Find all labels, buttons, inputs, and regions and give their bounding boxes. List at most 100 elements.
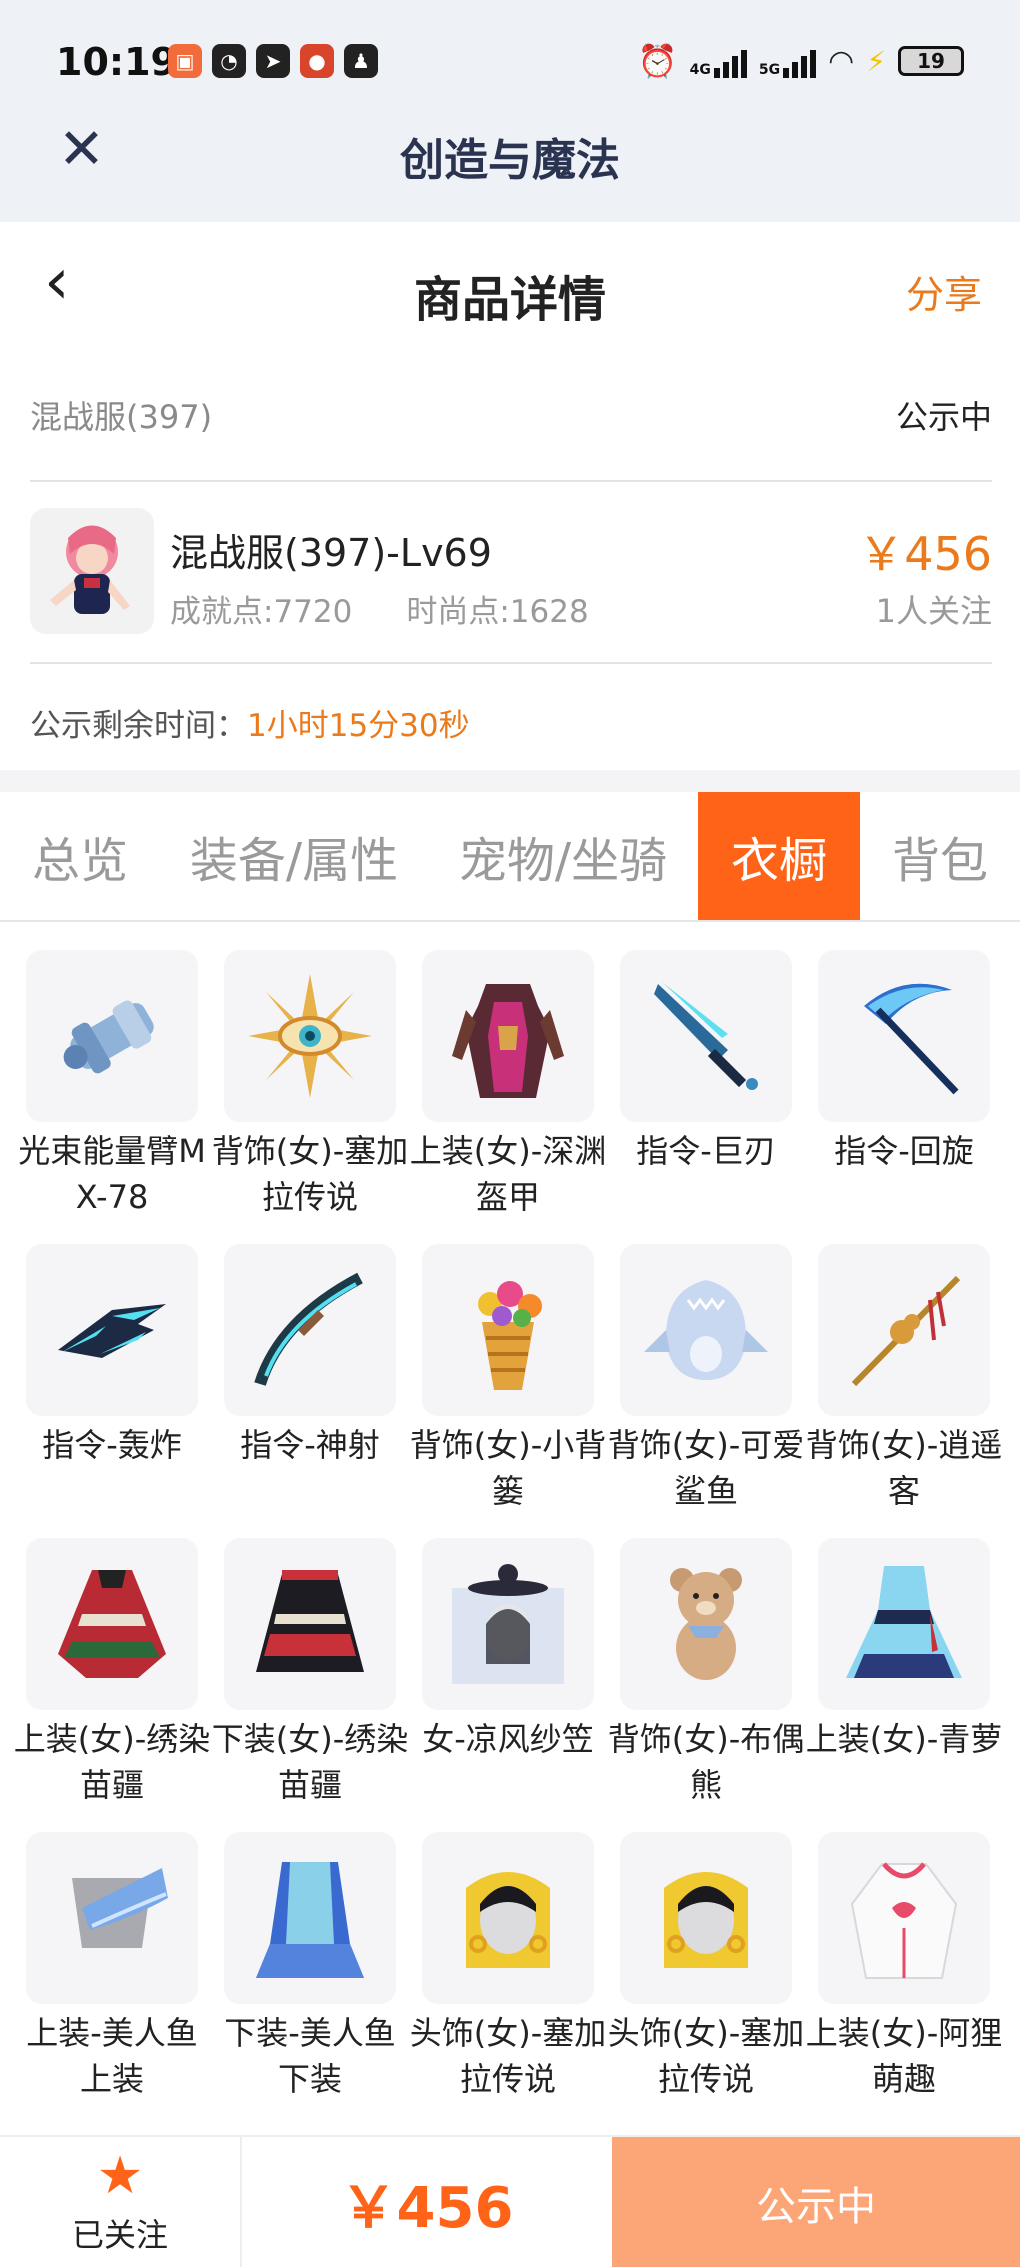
item-label: 上装(女)-阿狸萌趣 <box>805 2014 1003 2098</box>
signal-4g-icon: 4G <box>690 44 747 78</box>
status-time: 10:19 <box>56 40 177 84</box>
scythe-icon <box>818 950 990 1122</box>
countdown-value: 1小时15分30秒 <box>247 708 470 744</box>
wardrobe-item[interactable]: 背饰(女)-逍遥客 <box>806 1244 1002 1538</box>
eye-emblem-icon <box>224 950 396 1122</box>
item-label: 下装-美人鱼下装 <box>224 2014 396 2098</box>
wardrobe-item[interactable]: 指令-轰炸 <box>26 1244 198 1538</box>
item-label: 上装(女)-绣染苗疆 <box>13 1720 211 1804</box>
divider <box>30 480 992 482</box>
bow-icon <box>224 1244 396 1416</box>
wardrobe-item[interactable]: 背饰(女)-布偶熊 <box>608 1538 804 1832</box>
wardrobe-item[interactable]: 头饰(女)-塞加拉传说 <box>410 1832 606 2126</box>
item-label: 上装(女)-青萝 <box>805 1720 1003 1758</box>
countdown-row: 公示剩余时间：1小时15分30秒 <box>30 700 470 745</box>
follow-button[interactable]: ★ 已关注 <box>0 2137 242 2267</box>
item-label: 背饰(女)-逍遥客 <box>805 1426 1003 1510</box>
bottom-price: ￥456 <box>340 2175 514 2241</box>
item-label: 指令-轰炸 <box>42 1426 182 1464</box>
page-title: 商品详情 <box>413 272 606 328</box>
wardrobe-item[interactable]: 下装-美人鱼下装 <box>224 1832 396 2126</box>
top-area: 10:19 ▣ ◔ ➤ ● ♟ ⏰ 4G 5G ◠ ⚡ 19 ✕ 创造与魔法 <box>0 0 1020 222</box>
section-gap <box>0 770 1020 792</box>
item-label: 背饰(女)-塞加拉传说 <box>211 1132 409 1216</box>
armor-icon <box>422 950 594 1122</box>
battery-indicator: 19 <box>898 46 964 76</box>
item-label: 光束能量臂MX-78 <box>18 1132 206 1216</box>
game-app-icon: ● <box>300 44 334 78</box>
shark-icon <box>620 1244 792 1416</box>
tab-overview[interactable]: 总览 <box>0 792 160 920</box>
item-label: 上装-美人鱼上装 <box>26 2014 198 2098</box>
wardrobe-item[interactable]: 上装-美人鱼上装 <box>26 1832 198 2126</box>
item-label: 背饰(女)-可爱鲨鱼 <box>607 1426 805 1510</box>
wardrobe-item[interactable]: 女-凉风纱笠 <box>422 1538 594 1832</box>
follower-count: 1人关注 <box>875 592 992 630</box>
star-icon: ★ <box>96 2146 144 2206</box>
shopping-app-icon: ▣ <box>168 44 202 78</box>
item-label: 背饰(女)-小背篓 <box>409 1426 607 1510</box>
signal-5g-label: 5G <box>758 62 781 78</box>
dress-icon <box>818 1538 990 1710</box>
item-label: 指令-回旋 <box>834 1132 974 1170</box>
embroidered-skirt-icon <box>224 1538 396 1710</box>
embroidered-top-icon <box>26 1538 198 1710</box>
app-title: 创造与魔法 <box>400 135 620 186</box>
wardrobe-item[interactable]: 上装(女)-深渊盔甲 <box>410 950 606 1244</box>
status-indicators: ⏰ 4G 5G ◠ ⚡ 19 <box>638 42 964 80</box>
listing-status: 公示中 <box>895 398 992 436</box>
countdown-label: 公示剩余时间： <box>30 708 247 744</box>
wardrobe-item[interactable]: 指令-巨刃 <box>620 950 792 1244</box>
achievement-points: 成就点:7720 <box>170 594 353 630</box>
status-app-icons: ▣ ◔ ➤ ● ♟ <box>168 44 378 78</box>
veil-hat-icon <box>422 1538 594 1710</box>
mermaid-tail-icon <box>224 1832 396 2004</box>
qq-icon: ♟ <box>344 44 378 78</box>
wardrobe-item[interactable]: 上装(女)-青萝 <box>806 1538 1002 1832</box>
share-button[interactable]: 分享 <box>906 264 982 319</box>
telegram-icon: ➤ <box>256 44 290 78</box>
product-name: 混战服(397)-Lv69 <box>170 531 492 575</box>
tab-equipment[interactable]: 装备/属性 <box>160 792 428 920</box>
wechat-icon: ◔ <box>212 44 246 78</box>
wardrobe-item[interactable]: 背饰(女)-可爱鲨鱼 <box>608 1244 804 1538</box>
character-avatar <box>30 508 154 634</box>
product-price: ￥456 <box>858 527 992 581</box>
wardrobe-item[interactable]: 背饰(女)-小背篓 <box>410 1244 606 1538</box>
item-label: 背饰(女)-布偶熊 <box>607 1720 805 1804</box>
product-row[interactable]: 混战服(397)-Lv69 成就点:7720 时尚点:1628 ￥456 1人关… <box>30 508 992 638</box>
wardrobe-item[interactable]: 光束能量臂MX-78 <box>18 950 206 1244</box>
divider <box>30 662 992 664</box>
item-label: 指令-巨刃 <box>636 1132 776 1170</box>
gourd-staff-icon <box>818 1244 990 1416</box>
item-label: 下装(女)-绣染苗疆 <box>211 1720 409 1804</box>
item-label: 上装(女)-深渊盔甲 <box>409 1132 607 1216</box>
tab-pets[interactable]: 宠物/坐骑 <box>428 792 698 920</box>
wardrobe-item[interactable]: 指令-回旋 <box>818 950 990 1244</box>
mermaid-top-icon <box>26 1832 198 2004</box>
status-bar: 10:19 ▣ ◔ ➤ ● ♟ ⏰ 4G 5G ◠ ⚡ 19 <box>0 0 1020 120</box>
arm-cannon-icon <box>26 950 198 1122</box>
wardrobe-item[interactable]: 背饰(女)-塞加拉传说 <box>212 950 408 1244</box>
buy-button[interactable]: 公示中 <box>612 2137 1020 2267</box>
wardrobe-item[interactable]: 上装(女)-阿狸萌趣 <box>806 1832 1002 2126</box>
flower-basket-icon <box>422 1244 594 1416</box>
bottom-action-bar: ★ 已关注 ￥456 公示中 <box>0 2135 1020 2267</box>
tab-wardrobe[interactable]: 衣橱 <box>698 792 860 920</box>
wardrobe-item[interactable]: 指令-神射 <box>224 1244 396 1538</box>
bomber-icon <box>26 1244 198 1416</box>
teddy-bear-icon <box>620 1538 792 1710</box>
item-label: 头饰(女)-塞加拉传说 <box>409 2014 607 2098</box>
server-row: 混战服(397) 公示中 <box>30 382 992 436</box>
signal-4g-label: 4G <box>689 62 711 78</box>
product-stats: 成就点:7720 时尚点:1628 <box>170 586 589 631</box>
wardrobe-item[interactable]: 下装(女)-绣染苗疆 <box>212 1538 408 1832</box>
headdress-icon <box>620 1832 792 2004</box>
hoodie-icon <box>818 1832 990 2004</box>
alarm-icon: ⏰ <box>637 42 678 80</box>
blade-icon <box>620 950 792 1122</box>
tab-backpack[interactable]: 背包 <box>860 792 1020 920</box>
wifi-icon: ◠ <box>828 43 855 79</box>
wardrobe-item[interactable]: 头饰(女)-塞加拉传说 <box>608 1832 804 2126</box>
wardrobe-item[interactable]: 上装(女)-绣染苗疆 <box>14 1538 210 1832</box>
